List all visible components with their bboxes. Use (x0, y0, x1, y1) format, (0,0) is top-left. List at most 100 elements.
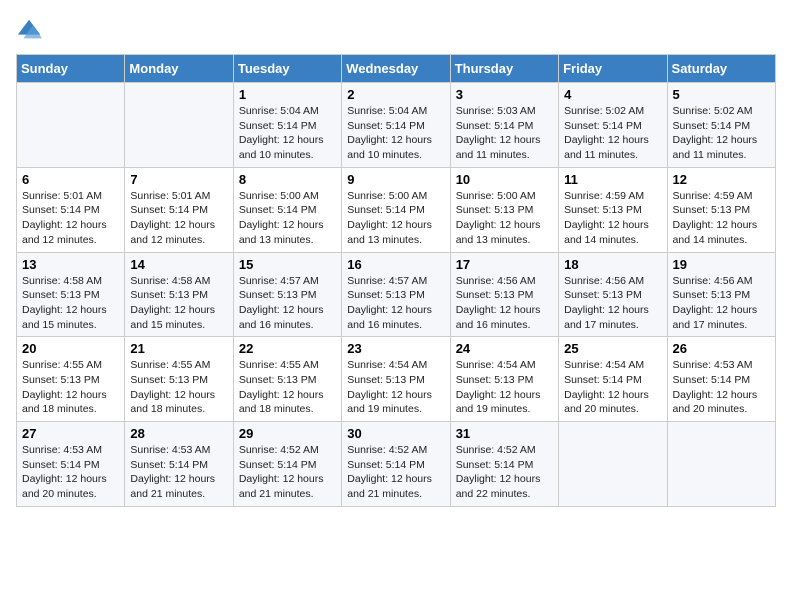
day-info: Sunrise: 4:58 AMSunset: 5:13 PMDaylight:… (130, 274, 227, 333)
day-number: 6 (22, 172, 119, 187)
day-info: Sunrise: 4:57 AMSunset: 5:13 PMDaylight:… (347, 274, 444, 333)
calendar-cell: 5 Sunrise: 5:02 AMSunset: 5:14 PMDaylight… (667, 83, 775, 168)
day-number: 2 (347, 87, 444, 102)
day-number: 18 (564, 257, 661, 272)
day-number: 20 (22, 341, 119, 356)
day-info: Sunrise: 4:53 AMSunset: 5:14 PMDaylight:… (22, 443, 119, 502)
day-number: 22 (239, 341, 336, 356)
day-info: Sunrise: 5:00 AMSunset: 5:14 PMDaylight:… (347, 189, 444, 248)
day-info: Sunrise: 5:00 AMSunset: 5:13 PMDaylight:… (456, 189, 553, 248)
day-number: 4 (564, 87, 661, 102)
day-info: Sunrise: 4:53 AMSunset: 5:14 PMDaylight:… (673, 358, 770, 417)
day-number: 1 (239, 87, 336, 102)
day-number: 31 (456, 426, 553, 441)
day-number: 21 (130, 341, 227, 356)
day-info: Sunrise: 4:54 AMSunset: 5:14 PMDaylight:… (564, 358, 661, 417)
header-friday: Friday (559, 55, 667, 83)
logo-icon (16, 16, 44, 44)
day-info: Sunrise: 4:57 AMSunset: 5:13 PMDaylight:… (239, 274, 336, 333)
header-monday: Monday (125, 55, 233, 83)
day-number: 7 (130, 172, 227, 187)
calendar-cell: 25 Sunrise: 4:54 AMSunset: 5:14 PMDayligh… (559, 337, 667, 422)
day-info: Sunrise: 4:52 AMSunset: 5:14 PMDaylight:… (347, 443, 444, 502)
calendar-cell: 14Sunrise: 4:58 AMSunset: 5:13 PMDayligh… (125, 252, 233, 337)
calendar-week-row: 13Sunrise: 4:58 AMSunset: 5:13 PMDayligh… (17, 252, 776, 337)
header-thursday: Thursday (450, 55, 558, 83)
header-sunday: Sunday (17, 55, 125, 83)
calendar-week-row: 27 Sunrise: 4:53 AMSunset: 5:14 PMDayligh… (17, 422, 776, 507)
calendar-week-row: 20 Sunrise: 4:55 AMSunset: 5:13 PMDayligh… (17, 337, 776, 422)
day-number: 25 (564, 341, 661, 356)
calendar-table: SundayMondayTuesdayWednesdayThursdayFrid… (16, 54, 776, 507)
day-info: Sunrise: 4:53 AMSunset: 5:14 PMDaylight:… (130, 443, 227, 502)
day-info: Sunrise: 5:01 AMSunset: 5:14 PMDaylight:… (130, 189, 227, 248)
day-number: 23 (347, 341, 444, 356)
day-number: 5 (673, 87, 770, 102)
day-info: Sunrise: 4:54 AMSunset: 5:13 PMDaylight:… (456, 358, 553, 417)
day-info: Sunrise: 4:56 AMSunset: 5:13 PMDaylight:… (456, 274, 553, 333)
page-header (16, 16, 776, 44)
calendar-cell: 27 Sunrise: 4:53 AMSunset: 5:14 PMDayligh… (17, 422, 125, 507)
day-info: Sunrise: 5:04 AMSunset: 5:14 PMDaylight:… (239, 104, 336, 163)
calendar-cell: 9 Sunrise: 5:00 AMSunset: 5:14 PMDaylight… (342, 167, 450, 252)
day-info: Sunrise: 4:52 AMSunset: 5:14 PMDaylight:… (456, 443, 553, 502)
day-number: 17 (456, 257, 553, 272)
day-info: Sunrise: 4:59 AMSunset: 5:13 PMDaylight:… (564, 189, 661, 248)
calendar-cell: 24 Sunrise: 4:54 AMSunset: 5:13 PMDayligh… (450, 337, 558, 422)
calendar-cell: 2 Sunrise: 5:04 AMSunset: 5:14 PMDaylight… (342, 83, 450, 168)
day-info: Sunrise: 4:55 AMSunset: 5:13 PMDaylight:… (22, 358, 119, 417)
day-info: Sunrise: 4:59 AMSunset: 5:13 PMDaylight:… (673, 189, 770, 248)
day-info: Sunrise: 4:58 AMSunset: 5:13 PMDaylight:… (22, 274, 119, 333)
calendar-cell: 20 Sunrise: 4:55 AMSunset: 5:13 PMDayligh… (17, 337, 125, 422)
day-info: Sunrise: 5:02 AMSunset: 5:14 PMDaylight:… (673, 104, 770, 163)
calendar-cell (667, 422, 775, 507)
day-info: Sunrise: 4:55 AMSunset: 5:13 PMDaylight:… (239, 358, 336, 417)
day-number: 16 (347, 257, 444, 272)
day-number: 3 (456, 87, 553, 102)
logo (16, 16, 48, 44)
calendar-cell: 11 Sunrise: 4:59 AMSunset: 5:13 PMDayligh… (559, 167, 667, 252)
day-info: Sunrise: 4:56 AMSunset: 5:13 PMDaylight:… (564, 274, 661, 333)
calendar-cell: 6 Sunrise: 5:01 AMSunset: 5:14 PMDaylight… (17, 167, 125, 252)
calendar-cell: 1 Sunrise: 5:04 AMSunset: 5:14 PMDaylight… (233, 83, 341, 168)
calendar-cell: 19 Sunrise: 4:56 AMSunset: 5:13 PMDayligh… (667, 252, 775, 337)
calendar-cell: 12Sunrise: 4:59 AMSunset: 5:13 PMDayligh… (667, 167, 775, 252)
header-saturday: Saturday (667, 55, 775, 83)
day-info: Sunrise: 4:56 AMSunset: 5:13 PMDaylight:… (673, 274, 770, 333)
day-number: 30 (347, 426, 444, 441)
calendar-cell: 29Sunrise: 4:52 AMSunset: 5:14 PMDayligh… (233, 422, 341, 507)
calendar-cell: 22 Sunrise: 4:55 AMSunset: 5:13 PMDayligh… (233, 337, 341, 422)
calendar-cell: 17 Sunrise: 4:56 AMSunset: 5:13 PMDayligh… (450, 252, 558, 337)
day-info: Sunrise: 4:52 AMSunset: 5:14 PMDaylight:… (239, 443, 336, 502)
day-number: 11 (564, 172, 661, 187)
header-wednesday: Wednesday (342, 55, 450, 83)
day-info: Sunrise: 5:04 AMSunset: 5:14 PMDaylight:… (347, 104, 444, 163)
day-number: 27 (22, 426, 119, 441)
day-number: 26 (673, 341, 770, 356)
day-number: 24 (456, 341, 553, 356)
calendar-cell: 23 Sunrise: 4:54 AMSunset: 5:13 PMDayligh… (342, 337, 450, 422)
calendar-week-row: 1 Sunrise: 5:04 AMSunset: 5:14 PMDaylight… (17, 83, 776, 168)
day-number: 28 (130, 426, 227, 441)
day-info: Sunrise: 4:55 AMSunset: 5:13 PMDaylight:… (130, 358, 227, 417)
calendar-cell: 30 Sunrise: 4:52 AMSunset: 5:14 PMDayligh… (342, 422, 450, 507)
day-info: Sunrise: 5:01 AMSunset: 5:14 PMDaylight:… (22, 189, 119, 248)
calendar-cell: 31 Sunrise: 4:52 AMSunset: 5:14 PMDayligh… (450, 422, 558, 507)
calendar-cell (17, 83, 125, 168)
day-info: Sunrise: 5:00 AMSunset: 5:14 PMDaylight:… (239, 189, 336, 248)
day-number: 19 (673, 257, 770, 272)
calendar-cell: 18 Sunrise: 4:56 AMSunset: 5:13 PMDayligh… (559, 252, 667, 337)
day-info: Sunrise: 5:02 AMSunset: 5:14 PMDaylight:… (564, 104, 661, 163)
day-number: 10 (456, 172, 553, 187)
day-number: 9 (347, 172, 444, 187)
day-number: 8 (239, 172, 336, 187)
calendar-cell: 16 Sunrise: 4:57 AMSunset: 5:13 PMDayligh… (342, 252, 450, 337)
day-info: Sunrise: 4:54 AMSunset: 5:13 PMDaylight:… (347, 358, 444, 417)
header-tuesday: Tuesday (233, 55, 341, 83)
calendar-cell: 4 Sunrise: 5:02 AMSunset: 5:14 PMDaylight… (559, 83, 667, 168)
calendar-cell: 15 Sunrise: 4:57 AMSunset: 5:13 PMDayligh… (233, 252, 341, 337)
calendar-cell: 13Sunrise: 4:58 AMSunset: 5:13 PMDayligh… (17, 252, 125, 337)
calendar-cell (559, 422, 667, 507)
day-number: 15 (239, 257, 336, 272)
calendar-cell: 3Sunrise: 5:03 AMSunset: 5:14 PMDaylight… (450, 83, 558, 168)
